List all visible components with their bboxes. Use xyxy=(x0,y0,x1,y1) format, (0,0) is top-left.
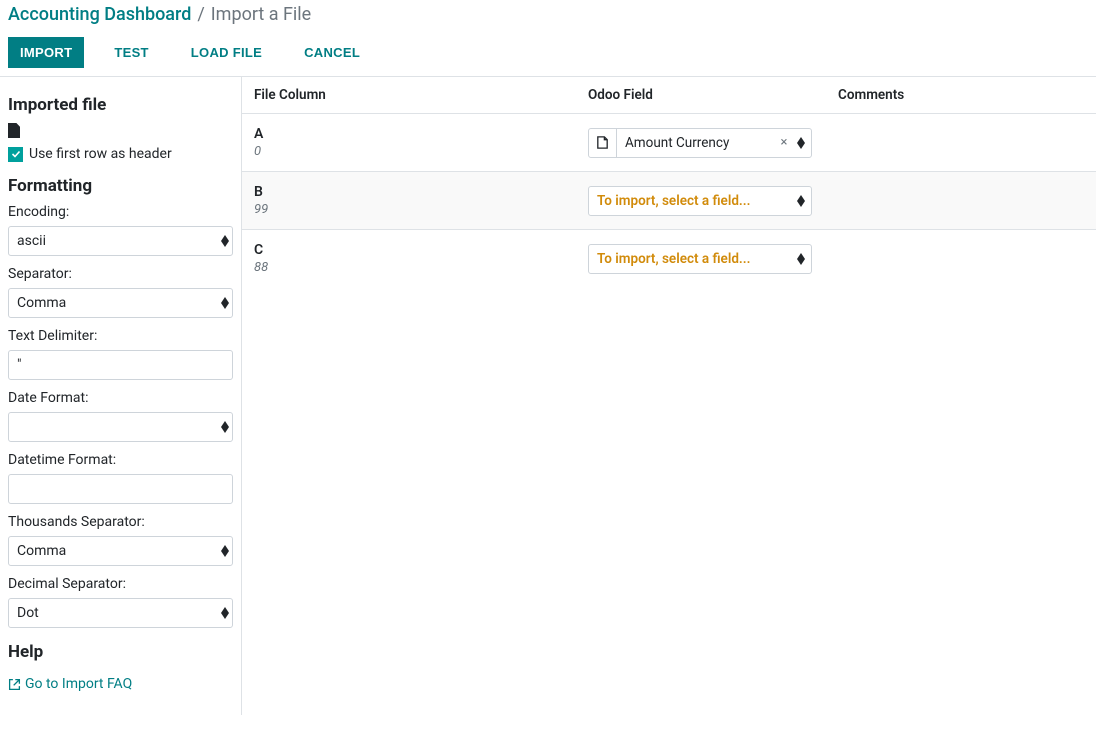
external-link-icon xyxy=(8,678,21,691)
thousands-separator-select[interactable] xyxy=(8,536,233,566)
encoding-label: Encoding: xyxy=(8,204,233,220)
breadcrumb: Accounting Dashboard / Import a File xyxy=(0,0,1096,29)
separator-label: Separator: xyxy=(8,266,233,282)
decimal-separator-label: Decimal Separator: xyxy=(8,576,233,592)
col-header-comments: Comments xyxy=(838,87,1084,103)
checkbox-checked-icon[interactable] xyxy=(8,147,23,162)
table-row: A0Amount Currency× xyxy=(242,113,1096,171)
thousands-separator-label: Thousands Separator: xyxy=(8,514,233,530)
table-row: C 88To import, select a field... xyxy=(242,229,1096,287)
datetime-format-input[interactable] xyxy=(8,474,233,504)
sidebar: Imported file Use first row as header Fo… xyxy=(0,77,242,715)
datetime-format-label: Datetime Format: xyxy=(8,452,233,468)
col-header-odoo-field: Odoo Field xyxy=(588,87,838,103)
imported-file-title: Imported file xyxy=(8,95,233,115)
file-column-sample: 0 xyxy=(254,144,588,159)
odoo-field-placeholder: To import, select a field... xyxy=(589,193,793,209)
separator-select[interactable] xyxy=(8,288,233,318)
file-column-name: B xyxy=(254,184,588,200)
load-file-button[interactable]: LOAD FILE xyxy=(179,37,274,68)
clear-field-icon[interactable]: × xyxy=(775,135,793,150)
import-button[interactable]: IMPORT xyxy=(8,37,84,68)
spinner-icon xyxy=(793,253,811,265)
odoo-field-picker[interactable]: Amount Currency× xyxy=(588,128,812,158)
action-toolbar: IMPORT TEST LOAD FILE CANCEL xyxy=(0,29,1096,76)
use-first-row-checkbox-row[interactable]: Use first row as header xyxy=(8,146,233,162)
text-delimiter-input[interactable] xyxy=(8,350,233,380)
date-format-label: Date Format: xyxy=(8,390,233,406)
breadcrumb-separator: / xyxy=(197,4,204,25)
mapping-table: File Column Odoo Field Comments A0Amount… xyxy=(242,77,1096,715)
cancel-button[interactable]: CANCEL xyxy=(292,37,372,68)
file-icon xyxy=(8,123,20,138)
spinner-icon xyxy=(793,137,811,149)
odoo-field-placeholder: To import, select a field... xyxy=(589,251,793,267)
spinner-icon xyxy=(793,195,811,207)
table-row: B 99To import, select a field... xyxy=(242,171,1096,229)
file-column-name: A xyxy=(254,126,588,142)
breadcrumb-root-link[interactable]: Accounting Dashboard xyxy=(8,4,191,25)
test-button[interactable]: TEST xyxy=(102,37,160,68)
odoo-field-picker[interactable]: To import, select a field... xyxy=(588,186,812,216)
file-column-sample: 99 xyxy=(254,202,588,217)
odoo-field-picker[interactable]: To import, select a field... xyxy=(588,244,812,274)
import-faq-link[interactable]: Go to Import FAQ xyxy=(8,676,132,692)
text-delimiter-label: Text Delimiter: xyxy=(8,328,233,344)
formatting-title: Formatting xyxy=(8,176,233,196)
date-format-select[interactable] xyxy=(8,412,233,442)
import-faq-link-label: Go to Import FAQ xyxy=(25,676,132,692)
odoo-field-value: Amount Currency xyxy=(617,135,775,151)
use-first-row-label: Use first row as header xyxy=(29,146,172,162)
help-title: Help xyxy=(8,642,233,662)
breadcrumb-current: Import a File xyxy=(211,4,311,25)
col-header-file-column: File Column xyxy=(254,87,588,103)
file-column-sample: 88 xyxy=(254,260,588,275)
encoding-select[interactable] xyxy=(8,226,233,256)
decimal-separator-select[interactable] xyxy=(8,598,233,628)
file-type-icon xyxy=(589,129,617,157)
file-column-name: C xyxy=(254,242,588,258)
